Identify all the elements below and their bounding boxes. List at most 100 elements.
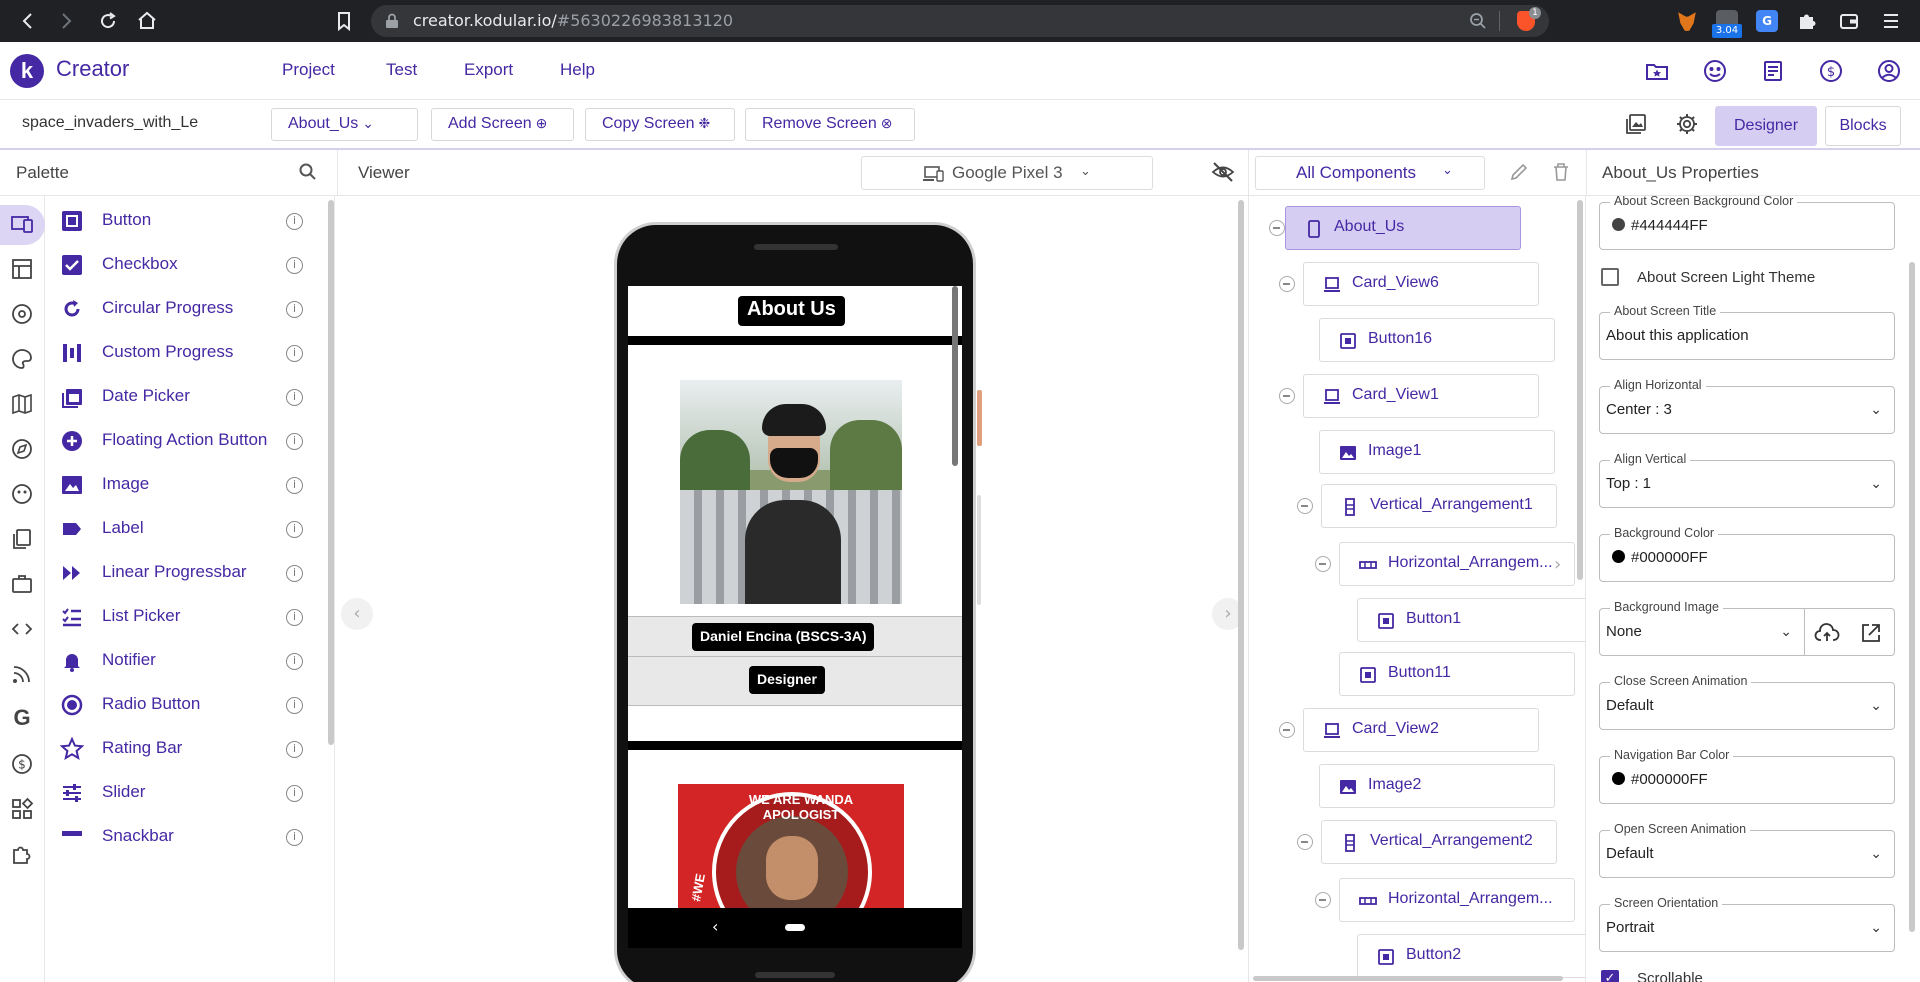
- forward-icon[interactable]: [54, 9, 78, 33]
- light-theme-checkbox[interactable]: [1601, 268, 1619, 286]
- extensions-category-icon[interactable]: [10, 842, 34, 866]
- social-category-icon[interactable]: [10, 482, 34, 506]
- collapse-icon[interactable]: [1279, 722, 1295, 738]
- translate-extension-icon[interactable]: G: [1756, 10, 1778, 32]
- starred-folder-icon[interactable]: [1644, 58, 1670, 84]
- palette-item-circular-progress[interactable]: Circular Progress i: [45, 287, 335, 331]
- scrollable-checkbox[interactable]: ✓: [1601, 970, 1619, 982]
- info-icon[interactable]: i: [286, 829, 303, 846]
- widgets-category-icon[interactable]: [10, 797, 34, 821]
- tree-node-horizontal-arrangement1[interactable]: Horizontal_Arrangem...: [1339, 542, 1575, 586]
- tree-node-image2[interactable]: Image2: [1319, 764, 1555, 808]
- info-icon[interactable]: i: [286, 785, 303, 802]
- tree-node-vertical-arrangement1[interactable]: Vertical_Arrangement1: [1321, 484, 1557, 528]
- add-screen-button[interactable]: Add Screen ⊕: [431, 108, 574, 141]
- tree-node-image1[interactable]: Image1: [1319, 430, 1555, 474]
- wallet-icon[interactable]: [1838, 10, 1860, 32]
- collapse-icon[interactable]: [1297, 498, 1313, 514]
- hide-components-icon[interactable]: [1211, 161, 1235, 183]
- palette-item-checkbox[interactable]: Checkbox i: [45, 243, 335, 287]
- media-icon[interactable]: [1624, 112, 1648, 136]
- palette-item-linear-progressbar[interactable]: Linear Progressbar i: [45, 551, 335, 595]
- align-horizontal-select[interactable]: Align Horizontal Center : 3 ⌄: [1599, 378, 1895, 434]
- back-icon[interactable]: [16, 9, 40, 33]
- palette-scrollbar[interactable]: [328, 200, 334, 745]
- home-icon[interactable]: [135, 9, 159, 33]
- about-bg-color-field[interactable]: About Screen Background Color #444444FF: [1599, 196, 1895, 250]
- tree-node-card-view1[interactable]: Card_View1: [1303, 374, 1539, 418]
- nav-bar-color-field[interactable]: Navigation Bar Color #000000FF: [1599, 748, 1895, 804]
- reload-icon[interactable]: [96, 9, 120, 33]
- info-icon[interactable]: i: [286, 741, 303, 758]
- account-icon[interactable]: [1876, 58, 1902, 84]
- tree-horizontal-scrollbar[interactable]: [1253, 976, 1563, 981]
- info-icon[interactable]: i: [286, 477, 303, 494]
- connectivity-category-icon[interactable]: [10, 662, 34, 686]
- media-category-icon[interactable]: [10, 302, 34, 326]
- palette-item-list-picker[interactable]: List Picker i: [45, 595, 335, 639]
- viewer-scrollbar[interactable]: [1238, 200, 1244, 950]
- zoom-icon[interactable]: [1469, 12, 1487, 30]
- screen-orientation-select[interactable]: Screen Orientation Portrait ⌄: [1599, 896, 1895, 952]
- collapse-icon[interactable]: [1279, 388, 1295, 404]
- info-icon[interactable]: i: [286, 389, 303, 406]
- tree-node-vertical-arrangement2[interactable]: Vertical_Arrangement2: [1321, 820, 1557, 864]
- palette-item-date-picker[interactable]: Date Picker i: [45, 375, 335, 419]
- palette-item-fab[interactable]: Floating Action Button i: [45, 419, 335, 463]
- palette-item-label[interactable]: Label i: [45, 507, 335, 551]
- nav-back-icon[interactable]: ‹: [712, 917, 718, 936]
- info-icon[interactable]: i: [286, 433, 303, 450]
- align-vertical-select[interactable]: Align Vertical Top : 1 ⌄: [1599, 452, 1895, 508]
- search-icon[interactable]: [298, 162, 318, 182]
- screen-select[interactable]: About_Us ⌄: [271, 108, 418, 141]
- palette-item-notifier[interactable]: Notifier i: [45, 639, 335, 683]
- tree-node-card-view2[interactable]: Card_View2: [1303, 708, 1539, 752]
- designer-tab[interactable]: Designer: [1715, 106, 1817, 146]
- tree-scroll-right-icon[interactable]: ›: [1554, 554, 1572, 575]
- properties-scrollbar[interactable]: [1909, 262, 1915, 932]
- palette-item-radio-button[interactable]: Radio Button i: [45, 683, 335, 727]
- documentation-icon[interactable]: [1760, 58, 1786, 84]
- code-category-icon[interactable]: [10, 617, 34, 641]
- remove-screen-button[interactable]: Remove Screen ⊗: [745, 108, 915, 141]
- background-image-select[interactable]: Background Image None ⌄: [1599, 600, 1805, 656]
- collapse-icon[interactable]: [1315, 892, 1331, 908]
- info-icon[interactable]: i: [286, 697, 303, 714]
- info-icon[interactable]: i: [286, 301, 303, 318]
- tree-scrollbar[interactable]: [1577, 200, 1583, 580]
- palette-item-custom-progress[interactable]: Custom Progress i: [45, 331, 335, 375]
- name-button[interactable]: Daniel Encina (BSCS-3A): [692, 623, 875, 651]
- menu-export[interactable]: Export: [464, 60, 513, 80]
- tree-node-button2[interactable]: Button2: [1357, 934, 1585, 978]
- copy-screen-button[interactable]: Copy Screen ❉: [585, 108, 735, 141]
- address-bar[interactable]: creator.kodular.io/#5630226983813120 1: [371, 5, 1549, 37]
- sensors-category-icon[interactable]: [10, 437, 34, 461]
- palette-item-slider[interactable]: Slider i: [45, 771, 335, 815]
- upload-cloud-icon[interactable]: [1814, 621, 1840, 645]
- bookmark-icon[interactable]: [332, 9, 356, 33]
- user-interface-category-icon[interactable]: [10, 212, 34, 236]
- role-button[interactable]: Designer: [749, 666, 825, 694]
- blocks-tab[interactable]: Blocks: [1825, 106, 1901, 146]
- maps-category-icon[interactable]: [10, 392, 34, 416]
- collapse-icon[interactable]: [1315, 556, 1331, 572]
- palette-item-snackbar[interactable]: Snackbar i: [45, 815, 335, 859]
- collapse-icon[interactable]: [1279, 276, 1295, 292]
- tree-node-button1[interactable]: Button1: [1357, 598, 1585, 642]
- drawing-category-icon[interactable]: [10, 347, 34, 371]
- palette-item-rating-bar[interactable]: Rating Bar i: [45, 727, 335, 771]
- about-title-field[interactable]: About Screen Title About this applicatio…: [1599, 304, 1895, 360]
- menu-project[interactable]: Project: [282, 60, 335, 80]
- tree-node-horizontal-arrangement2[interactable]: Horizontal_Arrangem...: [1339, 878, 1575, 922]
- background-color-field[interactable]: Background Color #000000FF: [1599, 526, 1895, 582]
- menu-help[interactable]: Help: [560, 60, 595, 80]
- tree-node-button16[interactable]: Button16: [1319, 318, 1555, 362]
- info-icon[interactable]: i: [286, 565, 303, 582]
- menu-test[interactable]: Test: [386, 60, 417, 80]
- tree-node-button11[interactable]: Button11: [1339, 652, 1575, 696]
- kodular-logo[interactable]: k: [10, 54, 44, 88]
- screen-title-button[interactable]: About Us: [738, 296, 845, 326]
- delete-icon[interactable]: [1552, 162, 1570, 182]
- info-icon[interactable]: i: [286, 521, 303, 538]
- viewer-left-arrow-icon[interactable]: ‹: [341, 598, 373, 630]
